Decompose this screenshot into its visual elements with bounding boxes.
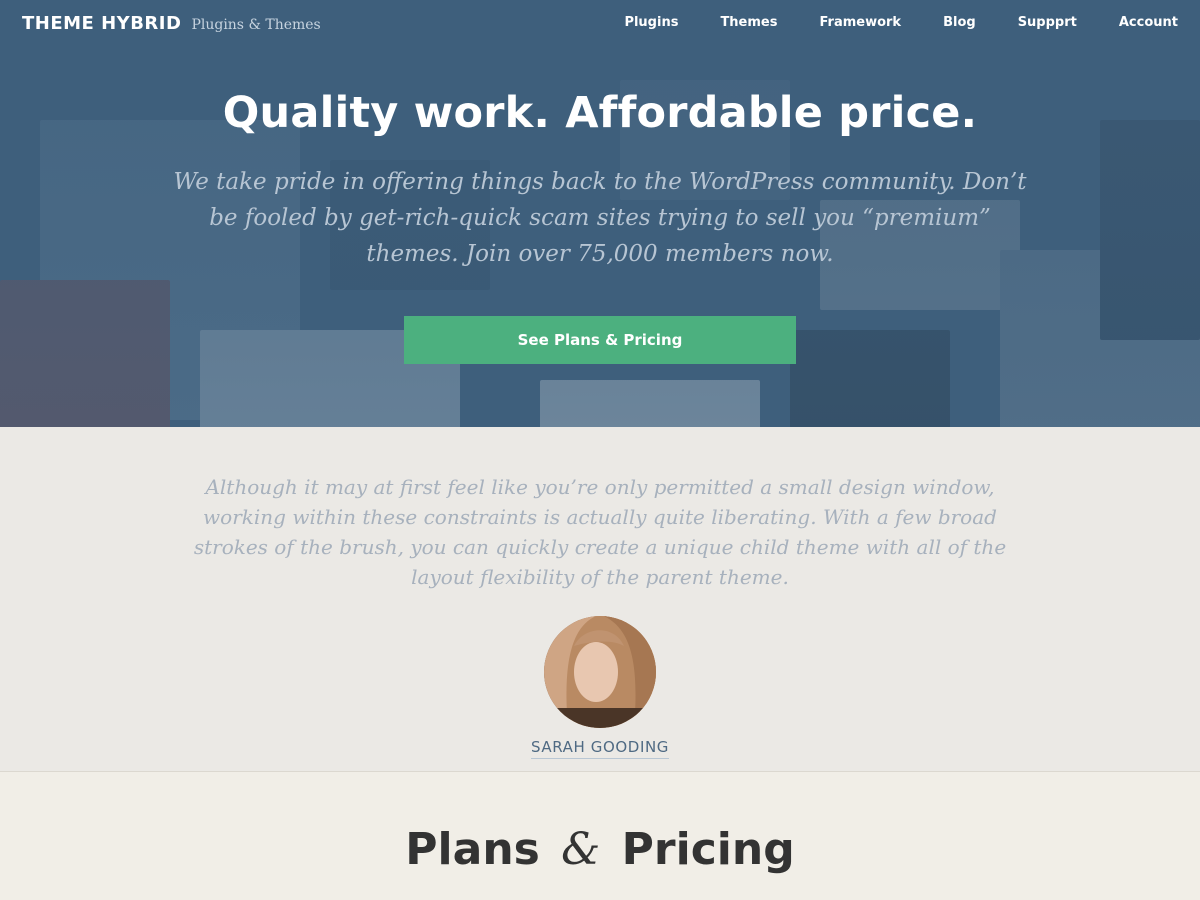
main-menu: Plugins Themes Framework Blog Suppprt Ac… [603, 0, 1178, 46]
pricing-title-word-plans: Plans [405, 824, 540, 875]
nav-item-themes[interactable]: Themes [699, 0, 798, 46]
site-title: THEME HYBRID [22, 12, 182, 34]
hero-content: Quality work. Affordable price. We take … [0, 88, 1200, 364]
hero-title: Quality work. Affordable price. [222, 88, 978, 138]
testimonial-section: Although it may at first feel like you’r… [0, 427, 1200, 772]
brand-link[interactable]: THEME HYBRID Plugins & Themes [22, 13, 321, 34]
author-avatar [544, 616, 656, 728]
author-name-link[interactable]: SARAH GOODING [530, 738, 670, 759]
nav-item-account[interactable]: Account [1098, 0, 1178, 46]
pricing-section: Plans & Pricing [0, 772, 1200, 900]
hero-section: THEME HYBRID Plugins & Themes Plugins Th… [0, 0, 1200, 427]
hero-description: We take pride in offering things back to… [173, 169, 1027, 267]
nav-item-blog[interactable]: Blog [922, 0, 997, 46]
site-tagline: Plugins & Themes [191, 16, 321, 33]
pricing-title-word-pricing: Pricing [621, 824, 795, 875]
see-plans-pricing-button[interactable]: See Plans & Pricing [404, 316, 796, 364]
nav-item-plugins[interactable]: Plugins [603, 0, 699, 46]
nav-item-framework[interactable]: Framework [798, 0, 922, 46]
nav-item-support[interactable]: Suppprt [997, 0, 1098, 46]
top-navigation-bar: THEME HYBRID Plugins & Themes Plugins Th… [0, 0, 1200, 46]
pricing-title-ampersand: & [561, 824, 601, 875]
pricing-title: Plans & Pricing [0, 772, 1200, 875]
testimonial-quote: Although it may at first feel like you’r… [193, 475, 1007, 589]
